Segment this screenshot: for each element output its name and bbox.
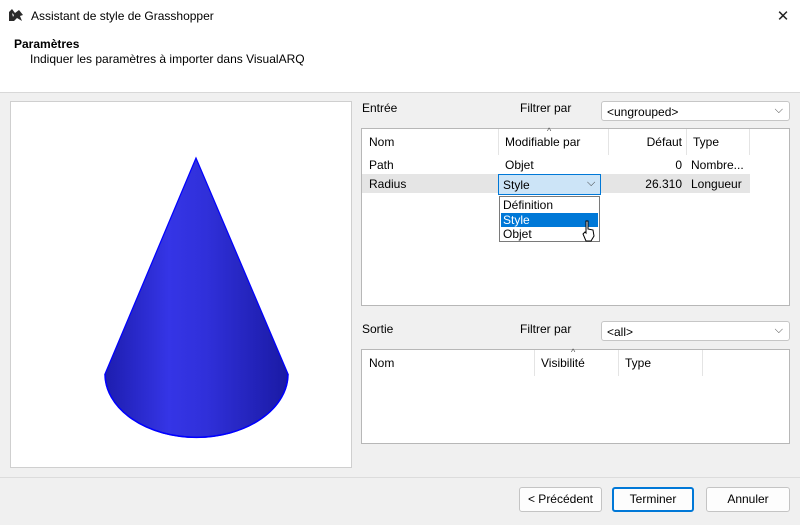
column-header-nom[interactable]: Nom xyxy=(362,129,498,155)
close-button[interactable]: ✕ xyxy=(766,1,800,30)
row-type: Nombre... xyxy=(691,158,744,172)
row-default: 26.310 xyxy=(645,177,682,191)
cancel-button[interactable]: Annuler xyxy=(706,487,790,512)
sortie-label: Sortie xyxy=(362,322,394,336)
entree-filter-label: Filtrer par xyxy=(520,101,572,115)
column-header-defaut[interactable]: Défaut xyxy=(608,129,686,155)
row-editable: Objet xyxy=(505,158,534,172)
page-subtitle: Indiquer les paramètres à importer dans … xyxy=(30,52,305,66)
entree-filter-value: <ungrouped> xyxy=(607,105,679,119)
column-header-type[interactable]: Type xyxy=(618,350,702,376)
option-definition[interactable]: Définition xyxy=(501,198,598,212)
column-header-visibilite[interactable]: Visibilité xyxy=(534,350,618,376)
row-name: Radius xyxy=(369,177,407,191)
column-header-type[interactable]: Type xyxy=(686,129,750,155)
column-header-modifiable[interactable]: Modifiable par xyxy=(498,129,608,155)
dropdown-value: Style xyxy=(503,178,530,192)
row-default: 0 xyxy=(675,158,682,172)
row-type: Longueur xyxy=(691,177,742,191)
rhino-icon xyxy=(8,7,24,23)
column-header-nom[interactable]: Nom xyxy=(362,350,534,376)
sortie-filter-label: Filtrer par xyxy=(520,322,572,336)
modifiable-par-dropdown[interactable]: Style ⌵ xyxy=(498,174,601,195)
preview-viewport[interactable] xyxy=(10,101,352,468)
close-icon: ✕ xyxy=(776,7,790,25)
sort-caret-icon: ^ xyxy=(571,347,576,357)
footer-divider xyxy=(0,477,800,478)
entree-label: Entrée xyxy=(362,101,398,115)
sortie-filter-value: <all> xyxy=(607,325,634,339)
sort-caret-icon: ^ xyxy=(547,126,552,136)
entree-filter-select[interactable]: <ungrouped> ⌵ xyxy=(601,101,790,121)
column-separator xyxy=(702,350,703,376)
chevron-down-icon: ⌵ xyxy=(774,324,783,336)
chevron-down-icon: ⌵ xyxy=(774,104,783,116)
window-title: Assistant de style de Grasshopper xyxy=(31,9,214,23)
sortie-parameters-list[interactable]: Nom Visibilité ^ Type xyxy=(361,347,790,444)
sortie-filter-select[interactable]: <all> ⌵ xyxy=(601,321,790,341)
page-title: Paramètres xyxy=(14,37,80,51)
cone-preview xyxy=(104,156,289,439)
previous-button[interactable]: < Précédent xyxy=(519,487,602,512)
row-name: Path xyxy=(369,158,394,172)
mouse-cursor-icon xyxy=(582,220,596,242)
column-separator xyxy=(749,129,750,155)
chevron-down-icon: ⌵ xyxy=(587,177,596,189)
finish-button[interactable]: Terminer xyxy=(612,487,694,512)
